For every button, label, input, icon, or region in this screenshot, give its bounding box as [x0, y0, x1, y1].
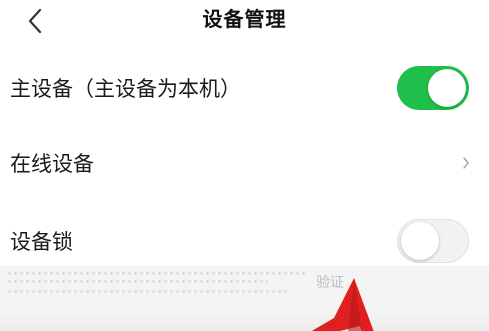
device-lock-toggle[interactable]: [397, 219, 469, 263]
toggle-knob: [401, 222, 439, 260]
bottom-section: 验证: [0, 266, 489, 331]
main-device-toggle[interactable]: [397, 66, 469, 110]
toggle-knob: [428, 69, 466, 107]
chevron-right-icon: [463, 157, 469, 169]
red-arrow-icon: [311, 278, 374, 331]
online-devices-row[interactable]: 在线设备: [0, 131, 489, 195]
device-management-screen: 设备管理 主设备（主设备为本机） 在线设备 设备锁 验证: [0, 0, 489, 331]
main-device-label: 主设备（主设备为本机）: [10, 77, 241, 101]
faded-text-line: [8, 280, 268, 283]
header-bar: 设备管理: [0, 0, 489, 44]
device-lock-label: 设备锁: [10, 230, 73, 254]
device-lock-row: 设备锁: [0, 209, 489, 273]
page-title: 设备管理: [202, 7, 287, 31]
faded-text-line: [8, 290, 288, 293]
main-device-row: 主设备（主设备为本机）: [0, 56, 489, 120]
online-devices-label: 在线设备: [10, 152, 94, 176]
faded-text-line: [8, 272, 308, 275]
